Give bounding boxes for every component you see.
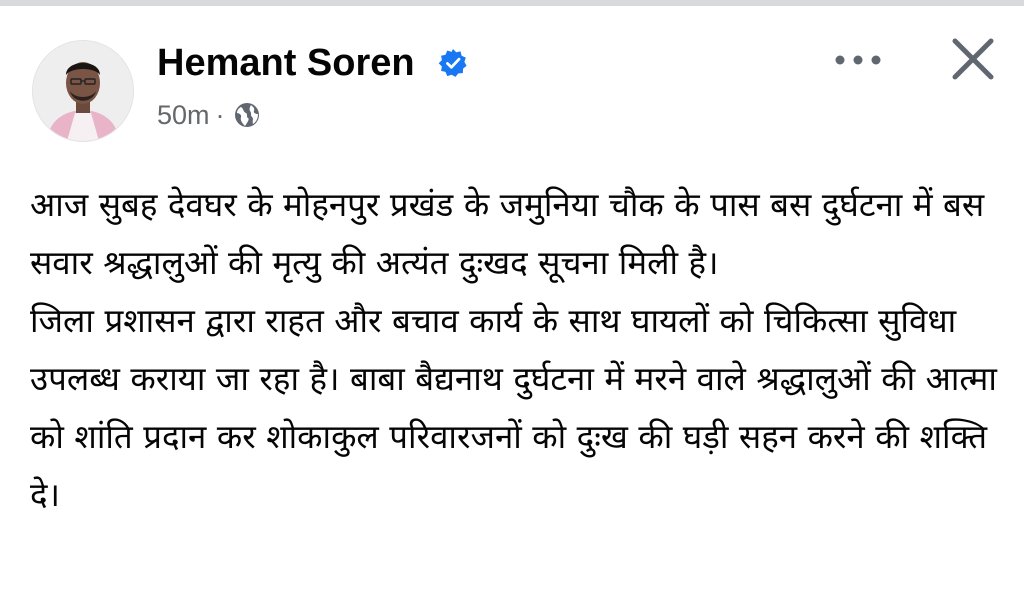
globe-icon[interactable]: [233, 101, 261, 129]
post-paragraph-2: जिला प्रशासन द्वारा राहत और बचाव कार्य क…: [30, 301, 997, 514]
post-text: आज सुबह देवघर के मोहनपुर प्रखंड के जमुनि…: [30, 176, 1005, 524]
meta-separator: ·: [215, 99, 225, 130]
author-name[interactable]: Hemant Soren: [157, 40, 415, 86]
top-strip: [0, 0, 1024, 6]
more-horizontal-icon: [835, 55, 881, 65]
more-options-button[interactable]: [826, 40, 890, 80]
avatar[interactable]: [32, 40, 134, 142]
close-button[interactable]: [944, 30, 1002, 88]
close-icon: [952, 38, 994, 80]
post-paragraph-1: आज सुबह देवघर के मोहनपुर प्रखंड के जमुनि…: [30, 185, 985, 282]
post-meta: 50m ·: [157, 98, 261, 132]
verified-badge-icon: [438, 49, 467, 77]
post-timestamp[interactable]: 50m: [157, 100, 210, 131]
avatar-photo: [33, 41, 133, 141]
